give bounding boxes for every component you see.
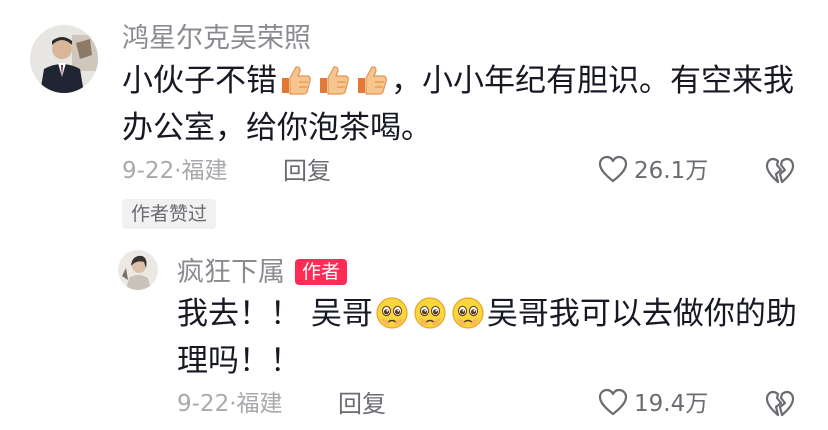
pleading-face-emoji-icon <box>413 294 447 346</box>
comment-like-button[interactable]: 26.1万 <box>598 155 708 187</box>
reply-text-part-1: 我去！！ 吴哥 <box>177 296 373 332</box>
heart-outline-icon <box>598 388 628 420</box>
commenter-avatar[interactable] <box>30 25 98 93</box>
reply-dislike-button[interactable] <box>765 390 795 422</box>
heart-outline-icon <box>598 155 628 187</box>
commenter-username[interactable]: 鸿星尔克吴荣照 <box>122 22 311 56</box>
comment-like-count: 26.1万 <box>634 158 709 184</box>
comment-dislike-button[interactable] <box>765 157 795 189</box>
broken-heart-icon <box>765 390 795 422</box>
pleading-face-emoji-icon <box>375 294 409 346</box>
author-liked-badge: 作者赞过 <box>122 199 217 229</box>
broken-heart-icon <box>765 157 795 189</box>
comment-text-part-1: 小伙子不错 <box>122 63 277 99</box>
reply-like-button[interactable]: 19.4万 <box>598 388 708 420</box>
reply-like-count: 19.4万 <box>634 391 709 417</box>
replier-username[interactable]: 疯狂下属 <box>177 256 285 290</box>
comment-reply-button[interactable]: 回复 <box>283 156 331 186</box>
replier-avatar[interactable] <box>118 250 158 290</box>
reply-meta: 9-22·福建 <box>177 391 283 417</box>
author-badge: 作者 <box>295 259 348 285</box>
comment-text-part-2: ，小小年纪有胆识。有空来我 <box>391 63 794 99</box>
reply-reply-button[interactable]: 回复 <box>338 389 386 419</box>
comment-meta: 9-22·福建 <box>122 158 228 184</box>
reply-text-part-2: 吴哥我可以去做你的助 <box>486 296 797 332</box>
comment-text-line-2: 办公室，给你泡茶喝。 <box>122 110 432 146</box>
reply-text-line-2: 理吗！！ <box>177 343 301 379</box>
pleading-face-emoji-icon <box>451 294 485 346</box>
